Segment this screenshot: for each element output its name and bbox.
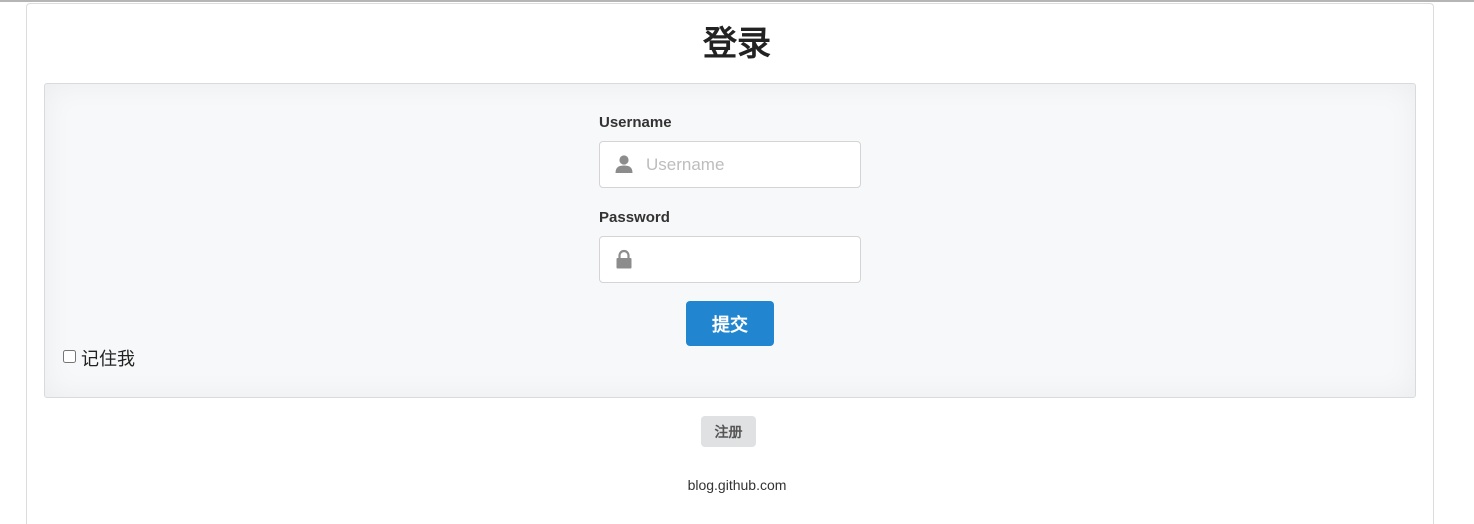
submit-button[interactable]: 提交: [686, 301, 774, 346]
username-field[interactable]: [599, 141, 861, 188]
lock-icon: [614, 249, 634, 269]
remember-me: 记住我: [63, 345, 135, 371]
username-label: Username: [599, 114, 672, 131]
window-top-border: [0, 0, 1474, 2]
password-label: Password: [599, 209, 670, 226]
remember-me-label: 记住我: [81, 349, 135, 370]
page-title: 登录: [703, 24, 771, 64]
user-icon: [614, 154, 634, 174]
username-input[interactable]: [646, 142, 851, 187]
remember-me-checkbox[interactable]: [63, 349, 76, 363]
password-field[interactable]: [599, 236, 861, 283]
footer-text: blog.github.com: [687, 477, 787, 493]
register-button[interactable]: 注册: [701, 416, 756, 447]
password-input[interactable]: [646, 237, 851, 282]
